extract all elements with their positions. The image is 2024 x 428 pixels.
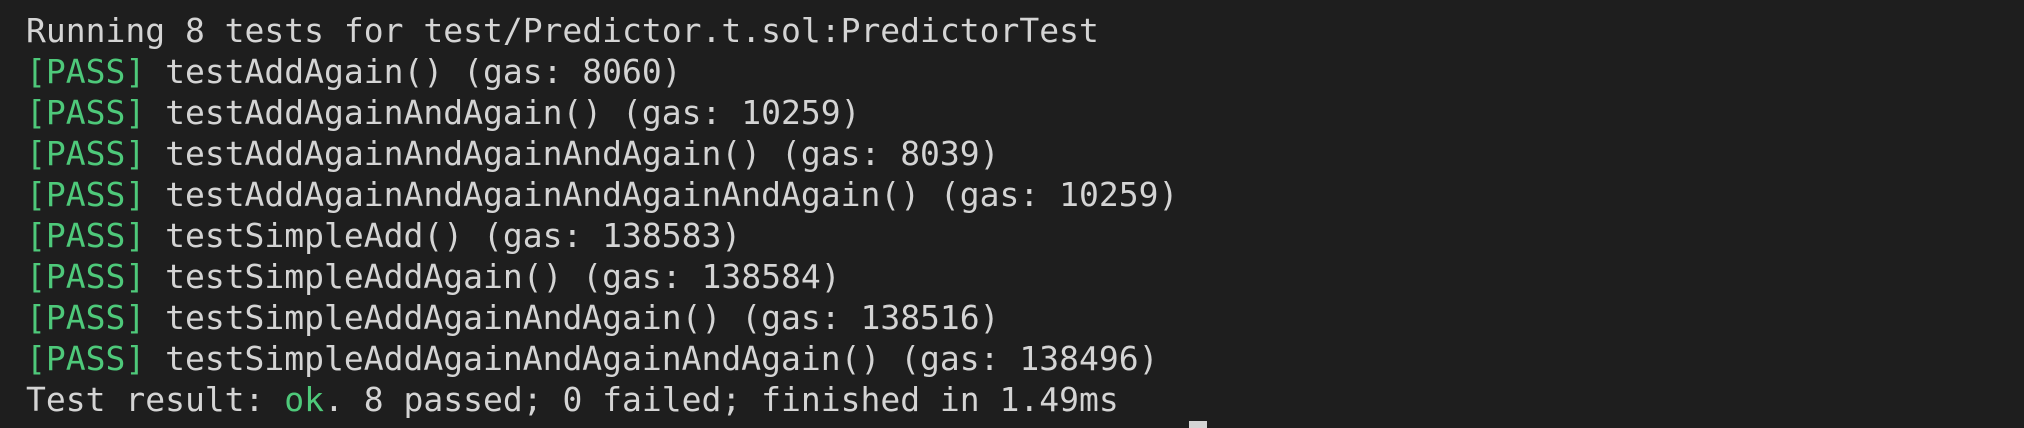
pass-status: [PASS] (26, 175, 146, 214)
test-line: [PASS] testAddAgain() (gas: 8060) (26, 51, 2024, 92)
test-line: [PASS] testAddAgainAndAgainAndAgain() (g… (26, 133, 2024, 174)
pass-status: [PASS] (26, 134, 146, 173)
pass-status: [PASS] (26, 216, 146, 255)
test-result-line: Test result: ok. 8 passed; 0 failed; fin… (26, 379, 2024, 420)
test-name: testSimpleAddAgainAndAgainAndAgain() (ga… (145, 339, 1159, 378)
pass-status: [PASS] (26, 93, 146, 132)
pass-status: [PASS] (26, 339, 146, 378)
run-header: Running 8 tests for test/Predictor.t.sol… (26, 11, 1099, 50)
test-name: testSimpleAddAgainAndAgain() (gas: 13851… (145, 298, 1000, 337)
result-status: ok (284, 380, 325, 419)
pass-status: [PASS] (26, 52, 146, 91)
test-name: testAddAgainAndAgainAndAgainAndAgain() (… (145, 175, 1179, 214)
test-line: [PASS] testAddAgainAndAgainAndAgainAndAg… (26, 174, 2024, 215)
test-name: testAddAgainAndAgainAndAgain() (gas: 803… (145, 134, 1000, 173)
pass-status: [PASS] (26, 298, 146, 337)
test-line: [PASS] testSimpleAddAgainAndAgainAndAgai… (26, 338, 2024, 379)
pass-status: [PASS] (26, 257, 146, 296)
test-line: [PASS] testSimpleAddAgainAndAgain() (gas… (26, 297, 2024, 338)
terminal-cursor (1189, 421, 1207, 428)
test-name: testSimpleAddAgain() (gas: 138584) (145, 257, 841, 296)
test-name: testSimpleAdd() (gas: 138583) (145, 216, 742, 255)
test-name: testAddAgainAndAgain() (gas: 10259) (145, 93, 861, 132)
test-name: testAddAgain() (gas: 8060) (145, 52, 682, 91)
test-line: [PASS] testAddAgainAndAgain() (gas: 1025… (26, 92, 2024, 133)
result-summary: . 8 passed; 0 failed; finished in 1.49ms (324, 380, 1119, 419)
terminal-output: Running 8 tests for test/Predictor.t.sol… (0, 0, 2024, 428)
test-line: [PASS] testSimpleAdd() (gas: 138583) (26, 215, 2024, 256)
result-prefix: Test result: (26, 380, 285, 419)
test-line: [PASS] testSimpleAddAgain() (gas: 138584… (26, 256, 2024, 297)
